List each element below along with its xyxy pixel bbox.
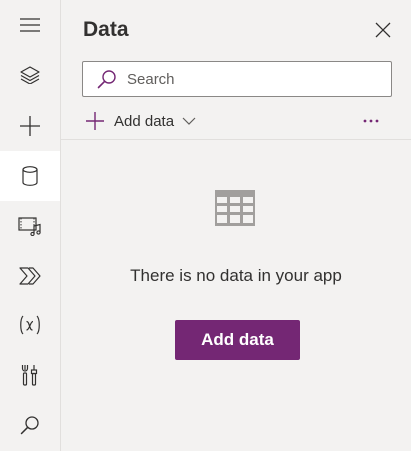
search-icon bbox=[20, 416, 39, 435]
table-grid-icon bbox=[215, 190, 255, 226]
rail-item-data[interactable] bbox=[0, 151, 60, 201]
left-rail bbox=[0, 0, 61, 451]
variables-icon bbox=[20, 315, 40, 335]
rail-item-advanced-tools[interactable] bbox=[0, 350, 60, 400]
search-input[interactable] bbox=[127, 70, 367, 88]
command-bar: Add data bbox=[61, 102, 411, 140]
empty-state-message: There is no data in your app bbox=[130, 266, 342, 285]
rail-item-variables[interactable] bbox=[0, 300, 60, 350]
search-icon bbox=[97, 70, 116, 89]
chevron-down-icon bbox=[182, 117, 196, 125]
add-data-command[interactable]: Add data bbox=[85, 110, 196, 132]
rail-item-menu[interactable] bbox=[0, 0, 60, 50]
plus-icon bbox=[20, 116, 40, 136]
plus-icon bbox=[86, 112, 104, 130]
search-box[interactable] bbox=[82, 61, 392, 97]
power-automate-icon bbox=[19, 267, 41, 285]
tools-icon bbox=[21, 365, 38, 386]
data-panel: Data Add data bbox=[61, 0, 411, 451]
rail-item-search[interactable] bbox=[0, 400, 60, 450]
rail-item-insert[interactable] bbox=[0, 101, 60, 151]
panel-title: Data bbox=[83, 18, 129, 41]
ellipsis-icon bbox=[363, 119, 379, 123]
media-icon bbox=[18, 217, 41, 236]
layers-icon bbox=[20, 66, 40, 84]
hamburger-icon bbox=[20, 18, 40, 32]
close-icon bbox=[375, 22, 391, 38]
rail-item-tree-view[interactable] bbox=[0, 50, 60, 100]
add-data-command-label: Add data bbox=[114, 112, 175, 130]
search-field-icon bbox=[97, 69, 117, 89]
database-icon bbox=[22, 166, 38, 186]
close-button[interactable] bbox=[373, 20, 393, 40]
rail-item-power-automate[interactable] bbox=[0, 251, 60, 301]
more-options-button[interactable] bbox=[359, 110, 383, 132]
rail-item-media[interactable] bbox=[0, 201, 60, 251]
add-data-button[interactable]: Add data bbox=[175, 320, 300, 360]
table-icon bbox=[214, 189, 256, 232]
